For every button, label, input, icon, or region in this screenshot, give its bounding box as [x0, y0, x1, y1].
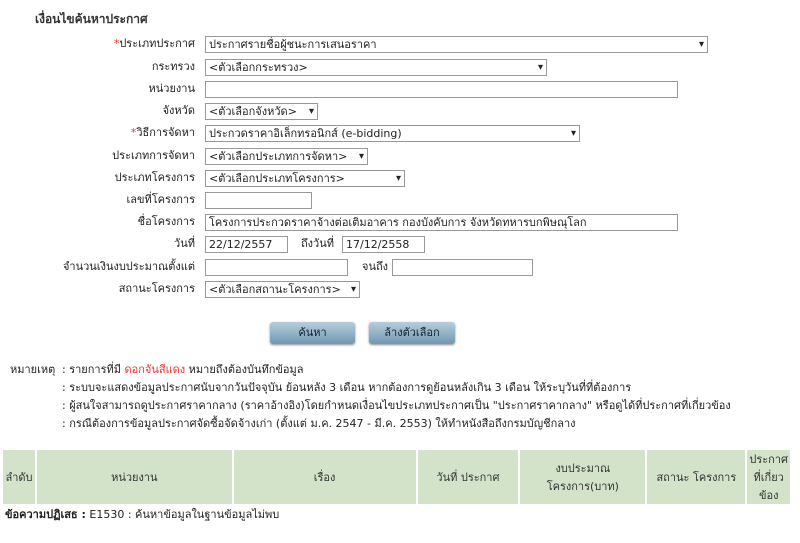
label-budget-from: จำนวนเงินงบประมาณตั้งแต่ — [62, 260, 195, 273]
col-agency: หน่วยงาน — [35, 450, 234, 504]
note-line-1: : รายการที่มี ดอกจันสีแดง หมายถึงต้องบัน… — [62, 362, 304, 378]
error-label: ข้อความปฏิเสธ : — [5, 508, 86, 521]
section-title: เงื่อนไขค้นหาประกาศ — [35, 12, 148, 26]
label-status: สถานะโครงการ — [118, 282, 195, 295]
status-select[interactable]: <ตัวเลือกสถานะโครงการ> — [205, 281, 360, 298]
error-message: ข้อความปฏิเสธ : E1530 : ค้นหาข้อมูลในฐาน… — [5, 507, 279, 523]
clear-button[interactable]: ล้างตัวเลือก — [369, 322, 455, 344]
label-date-to: ถึงวันที่ — [301, 237, 334, 250]
label-ministry: กระทรวง — [151, 60, 195, 73]
note-text: หมายถึงต้องบันทึกข้อมูล — [185, 363, 304, 376]
project-no-input[interactable] — [205, 192, 312, 209]
budget-to-input[interactable] — [392, 259, 533, 276]
col-budget: งบประมาณ โครงการ(บาท) — [519, 450, 648, 504]
label-text: วิธีการจัดหา — [136, 126, 195, 139]
label-date-from: วันที่ — [174, 237, 195, 250]
table-header-row: ลำดับ หน่วยงาน เรื่อง วันที่ ประกาศ งบปร… — [3, 450, 790, 504]
label-method: *วิธีการจัดหา — [131, 124, 195, 142]
error-text: E1530 : ค้นหาข้อมูลในฐานข้อมูลไม่พบ — [85, 508, 280, 521]
date-from-input[interactable]: 22/12/2557 — [205, 236, 288, 253]
label-procure-type: ประเภทการจัดหา — [112, 149, 195, 162]
note-line-4: : กรณีต้องการข้อมูลประกาศจัดซื้อจัดจ้างเ… — [62, 417, 576, 430]
note-text: : รายการที่มี — [62, 363, 125, 376]
label-project-name: ชื่อโครงการ — [137, 215, 195, 228]
project-name-input[interactable]: โครงการประกวดราคาจ้างต่อเติมอาคาร กองบัง… — [205, 214, 678, 231]
agency-input[interactable] — [205, 81, 678, 98]
method-select[interactable]: ประกวดราคาอิเล็กทรอนิกส์ (e-bidding) — [205, 125, 580, 142]
note-red-text: ดอกจันสีแดง — [124, 363, 186, 376]
label-project-no: เลขที่โครงการ — [126, 193, 195, 206]
announce-type-select[interactable]: ประกาศรายชื่อผู้ชนะการเสนอราคา — [205, 36, 708, 53]
province-select[interactable]: <ตัวเลือกจังหวัด> — [205, 103, 318, 120]
results-table: ลำดับ หน่วยงาน เรื่อง วันที่ ประกาศ งบปร… — [3, 450, 790, 504]
label-announce-type: *ประเภทประกาศ — [114, 35, 195, 53]
col-order: ลำดับ — [3, 450, 37, 504]
label-project-type: ประเภทโครงการ — [114, 171, 195, 184]
budget-from-input[interactable] — [205, 259, 348, 276]
label-agency: หน่วยงาน — [148, 82, 195, 95]
col-status: สถานะ โครงการ — [646, 450, 748, 504]
col-related: ประกาศ ที่เกี่ยว ข้อง — [749, 453, 788, 502]
note-line-2: : ระบบจะแสดงข้อมูลประกาศนับจากวันปัจจุบั… — [62, 381, 632, 394]
notes-label: หมายเหตุ — [10, 363, 56, 376]
label-budget-to: จนถึง — [362, 260, 388, 273]
col-date: วันที่ ประกาศ — [416, 450, 521, 504]
project-type-select[interactable]: <ตัวเลือกประเภทโครงการ> — [205, 170, 405, 187]
label-province: จังหวัด — [162, 104, 195, 117]
note-line-3: : ผู้สนใจสามารถดูประกาศราคากลาง (ราคาอ้า… — [62, 399, 731, 412]
label-text: ประเภทประกาศ — [119, 37, 195, 50]
search-button[interactable]: ค้นหา — [270, 322, 355, 344]
procure-type-select[interactable]: <ตัวเลือกประเภทการจัดหา> — [205, 148, 368, 165]
ministry-select[interactable]: <ตัวเลือกกระทรวง> — [205, 59, 547, 76]
date-to-input[interactable]: 17/12/2558 — [342, 236, 425, 253]
col-subject: เรื่อง — [232, 450, 418, 504]
